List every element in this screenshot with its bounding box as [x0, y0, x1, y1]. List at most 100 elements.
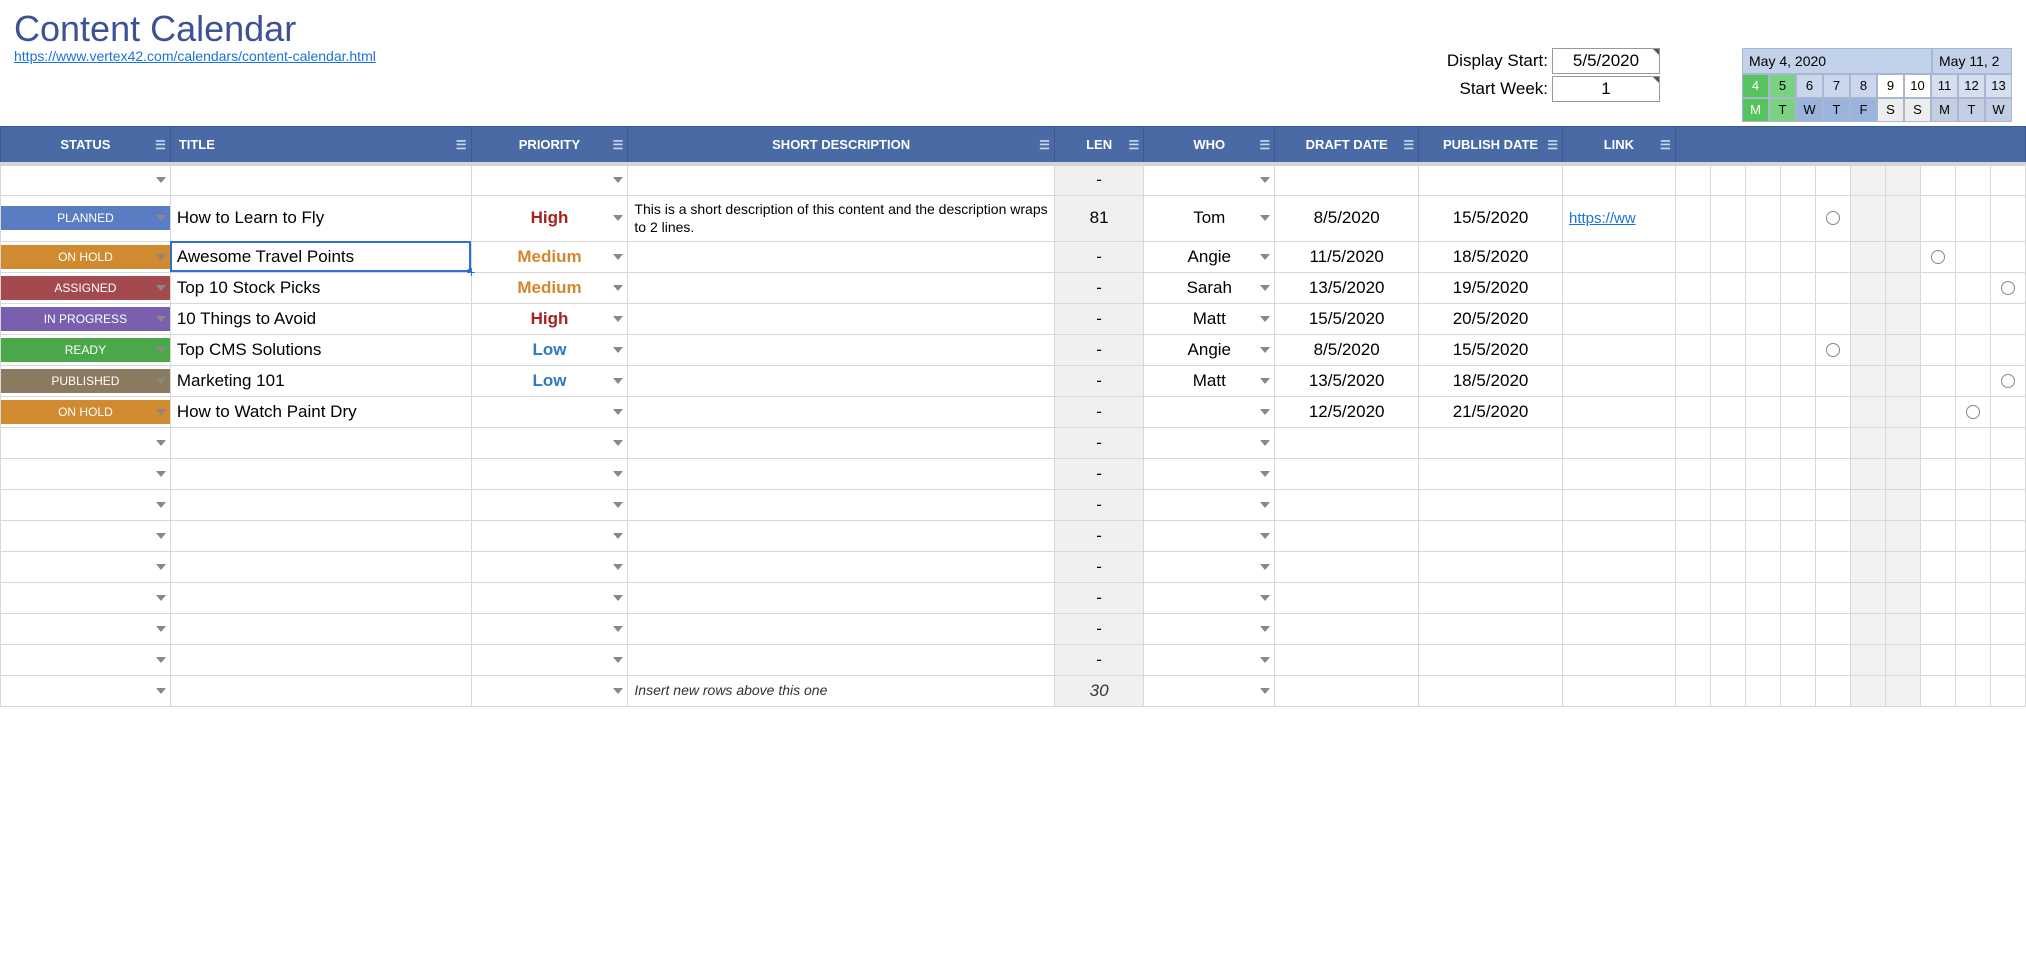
cell-link[interactable]: https://ww — [1562, 195, 1675, 241]
cell-priority[interactable] — [471, 520, 628, 551]
cell-who[interactable] — [1144, 458, 1275, 489]
cell-desc[interactable] — [628, 489, 1054, 520]
cell-priority[interactable] — [471, 164, 628, 195]
cell-title[interactable] — [170, 458, 471, 489]
cell-link[interactable] — [1562, 303, 1675, 334]
chevron-down-icon[interactable] — [613, 688, 623, 694]
cell-priority[interactable] — [471, 396, 628, 427]
status-badge[interactable]: READY — [1, 338, 170, 362]
cell-status[interactable]: IN PROGRESS — [1, 303, 171, 334]
cell-publish-date[interactable] — [1419, 551, 1563, 582]
chevron-down-icon[interactable] — [156, 215, 166, 221]
cell-link[interactable] — [1562, 675, 1675, 706]
cell-publish-date[interactable]: 15/5/2020 — [1419, 195, 1563, 241]
filter-icon[interactable]: ☰ — [1259, 138, 1270, 152]
cell-title[interactable]: How to Watch Paint Dry — [170, 396, 471, 427]
chevron-down-icon[interactable] — [156, 409, 166, 415]
display-start-value[interactable]: 5/5/2020 — [1552, 48, 1660, 74]
cell-draft-date[interactable]: 13/5/2020 — [1275, 272, 1419, 303]
cell-status[interactable] — [1, 613, 171, 644]
cell-publish-date[interactable] — [1419, 458, 1563, 489]
chevron-down-icon[interactable] — [613, 316, 623, 322]
cell-draft-date[interactable] — [1275, 551, 1419, 582]
chevron-down-icon[interactable] — [613, 215, 623, 221]
cell-priority[interactable] — [471, 582, 628, 613]
cell-who[interactable] — [1144, 164, 1275, 195]
cell-status[interactable] — [1, 458, 171, 489]
cell-desc[interactable] — [628, 241, 1054, 272]
cell-title[interactable] — [170, 427, 471, 458]
chevron-down-icon[interactable] — [156, 285, 166, 291]
col-title[interactable]: TITLE☰ — [170, 127, 471, 165]
cell-priority[interactable]: High — [471, 195, 628, 241]
cell-link[interactable] — [1562, 582, 1675, 613]
cell-who[interactable]: Tom — [1144, 195, 1275, 241]
cell-title[interactable]: Awesome Travel Points — [170, 241, 471, 272]
chevron-down-icon[interactable] — [156, 471, 166, 477]
cell-status[interactable] — [1, 489, 171, 520]
cell-status[interactable] — [1, 644, 171, 675]
cell-title[interactable]: Top 10 Stock Picks — [170, 272, 471, 303]
status-badge[interactable]: IN PROGRESS — [1, 307, 170, 331]
cell-draft-date[interactable] — [1275, 458, 1419, 489]
cell-title[interactable] — [170, 489, 471, 520]
col-publish[interactable]: PUBLISH DATE☰ — [1419, 127, 1563, 165]
cell-priority[interactable] — [471, 551, 628, 582]
cell-status[interactable] — [1, 520, 171, 551]
cell-link[interactable] — [1562, 365, 1675, 396]
chevron-down-icon[interactable] — [613, 347, 623, 353]
cell-who[interactable] — [1144, 489, 1275, 520]
cell-who[interactable]: Matt — [1144, 303, 1275, 334]
chevron-down-icon[interactable] — [613, 471, 623, 477]
chevron-down-icon[interactable] — [156, 347, 166, 353]
cell-draft-date[interactable]: 13/5/2020 — [1275, 365, 1419, 396]
cell-draft-date[interactable]: 8/5/2020 — [1275, 195, 1419, 241]
cell-link[interactable] — [1562, 241, 1675, 272]
cell-publish-date[interactable]: 19/5/2020 — [1419, 272, 1563, 303]
cell-title[interactable] — [170, 644, 471, 675]
cell-draft-date[interactable] — [1275, 427, 1419, 458]
chevron-down-icon[interactable] — [156, 533, 166, 539]
cell-status[interactable] — [1, 427, 171, 458]
cell-desc[interactable] — [628, 520, 1054, 551]
cell-link[interactable] — [1562, 489, 1675, 520]
cell-status[interactable] — [1, 551, 171, 582]
cell-title[interactable] — [170, 520, 471, 551]
cell-publish-date[interactable] — [1419, 675, 1563, 706]
status-badge[interactable]: ON HOLD — [1, 400, 170, 424]
cell-draft-date[interactable] — [1275, 164, 1419, 195]
cell-link[interactable] — [1562, 272, 1675, 303]
cell-title[interactable]: How to Learn to Fly — [170, 195, 471, 241]
chevron-down-icon[interactable] — [156, 626, 166, 632]
cell-draft-date[interactable] — [1275, 520, 1419, 551]
cell-publish-date[interactable] — [1419, 520, 1563, 551]
cell-draft-date[interactable] — [1275, 582, 1419, 613]
cell-desc[interactable] — [628, 303, 1054, 334]
chevron-down-icon[interactable] — [613, 254, 623, 260]
chevron-down-icon[interactable] — [613, 378, 623, 384]
cell-publish-date[interactable] — [1419, 613, 1563, 644]
cell-desc[interactable] — [628, 458, 1054, 489]
chevron-down-icon[interactable] — [1260, 595, 1270, 601]
cell-desc[interactable] — [628, 644, 1054, 675]
cell-desc[interactable] — [628, 396, 1054, 427]
cell-priority[interactable] — [471, 613, 628, 644]
cell-link[interactable] — [1562, 551, 1675, 582]
filter-icon[interactable]: ☰ — [1403, 138, 1414, 152]
cell-status[interactable]: PLANNED — [1, 195, 171, 241]
cell-publish-date[interactable] — [1419, 582, 1563, 613]
chevron-down-icon[interactable] — [613, 285, 623, 291]
chevron-down-icon[interactable] — [156, 254, 166, 260]
filter-icon[interactable]: ☰ — [1039, 138, 1050, 152]
cell-publish-date[interactable] — [1419, 644, 1563, 675]
status-badge[interactable]: PLANNED — [1, 206, 170, 230]
chevron-down-icon[interactable] — [1260, 285, 1270, 291]
chevron-down-icon[interactable] — [156, 502, 166, 508]
cell-publish-date[interactable]: 20/5/2020 — [1419, 303, 1563, 334]
cell-priority[interactable] — [471, 644, 628, 675]
cell-publish-date[interactable]: 15/5/2020 — [1419, 334, 1563, 365]
chevron-down-icon[interactable] — [1260, 502, 1270, 508]
cell-desc[interactable] — [628, 427, 1054, 458]
cell-status[interactable] — [1, 582, 171, 613]
cell-priority[interactable]: Low — [471, 334, 628, 365]
